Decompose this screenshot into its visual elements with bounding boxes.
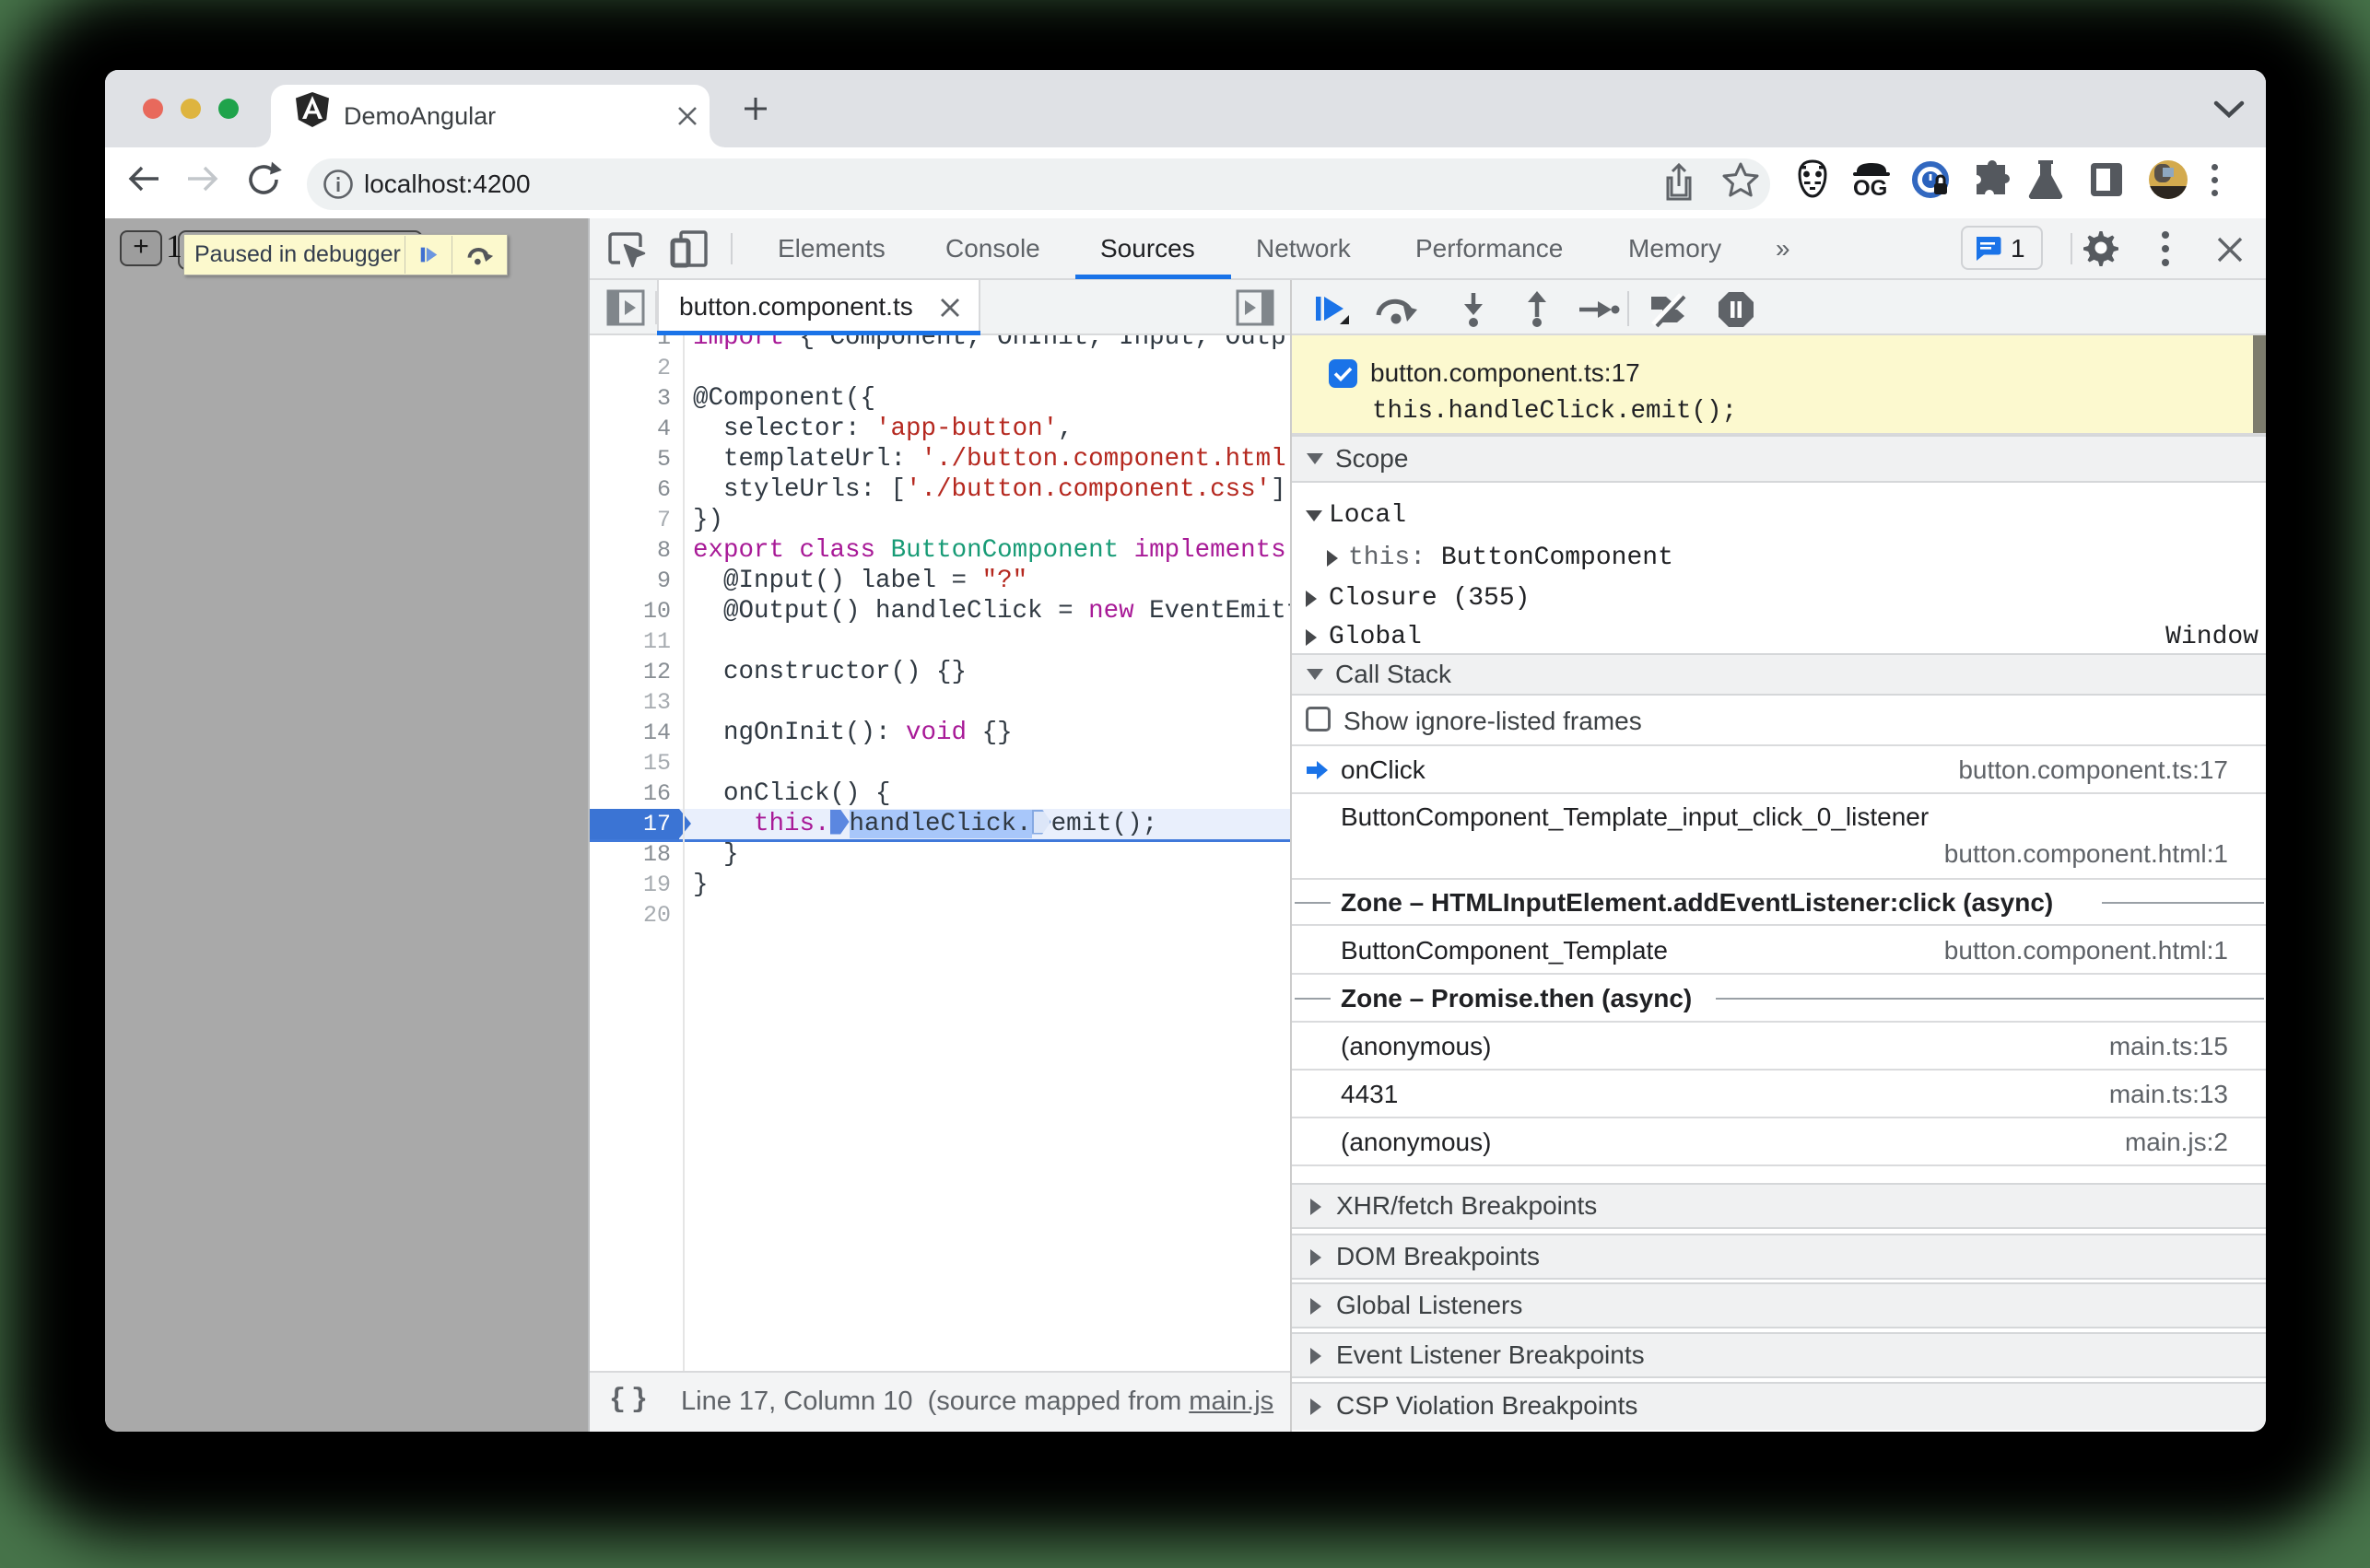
svg-text:OG: OG — [1853, 176, 1887, 199]
